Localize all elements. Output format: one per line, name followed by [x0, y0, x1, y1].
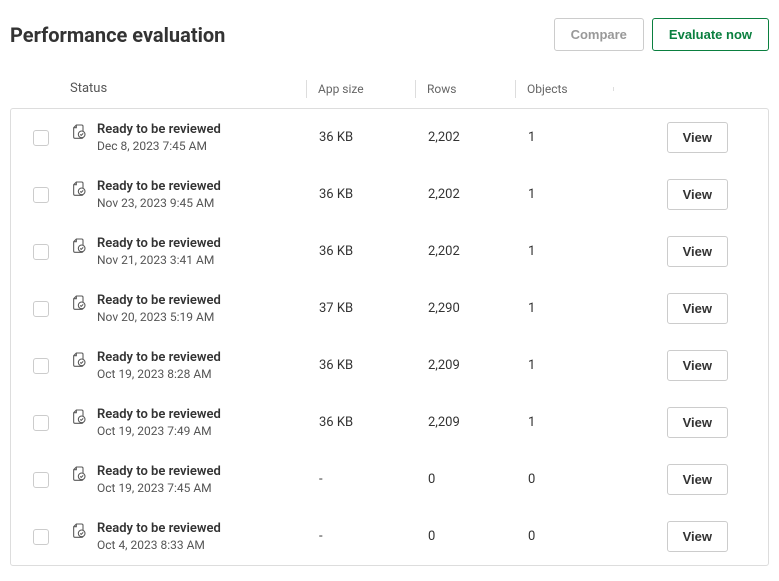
- table-row: Ready to be reviewed Nov 23, 2023 9:45 AM…: [11, 166, 768, 223]
- objects-value: 1: [528, 244, 626, 259]
- row-checkbox[interactable]: [33, 187, 49, 203]
- compare-button[interactable]: Compare: [554, 18, 644, 51]
- rows-value: 2,202: [428, 187, 528, 202]
- app-size-value: 36 KB: [319, 244, 428, 259]
- clipboard-check-icon: [71, 180, 87, 200]
- table-body: Ready to be reviewed Dec 8, 2023 7:45 AM 3…: [10, 108, 769, 566]
- status-timestamp: Oct 19, 2023 7:49 AM: [97, 424, 221, 438]
- view-button[interactable]: View: [667, 521, 728, 552]
- row-checkbox[interactable]: [33, 244, 49, 260]
- objects-value: 1: [528, 358, 626, 373]
- status-label: Ready to be reviewed: [97, 350, 221, 365]
- clipboard-check-icon: [71, 408, 87, 428]
- rows-value: 2,209: [428, 415, 528, 430]
- header-buttons: Compare Evaluate now: [554, 18, 769, 51]
- page-header: Performance evaluation Compare Evaluate …: [0, 0, 779, 61]
- objects-value: 0: [528, 472, 626, 487]
- status-cell: Ready to be reviewed Nov 21, 2023 3:41 AM: [71, 236, 319, 267]
- rows-value: 2,202: [428, 244, 528, 259]
- app-size-value: -: [319, 529, 428, 544]
- view-button[interactable]: View: [667, 407, 728, 438]
- view-button[interactable]: View: [667, 179, 728, 210]
- table-row: Ready to be reviewed Oct 19, 2023 7:49 AM…: [11, 394, 768, 451]
- app-size-value: 37 KB: [319, 301, 428, 316]
- view-button[interactable]: View: [667, 464, 728, 495]
- status-label: Ready to be reviewed: [97, 179, 221, 194]
- view-button[interactable]: View: [667, 350, 728, 381]
- objects-value: 1: [528, 187, 626, 202]
- row-checkbox[interactable]: [33, 472, 49, 488]
- table-row: Ready to be reviewed Oct 4, 2023 8:33 AM -…: [11, 508, 768, 565]
- status-timestamp: Oct 19, 2023 8:28 AM: [97, 367, 221, 381]
- table-row: Ready to be reviewed Oct 19, 2023 7:45 AM…: [11, 451, 768, 508]
- row-checkbox[interactable]: [33, 415, 49, 431]
- clipboard-check-icon: [71, 465, 87, 485]
- status-timestamp: Oct 4, 2023 8:33 AM: [97, 538, 221, 552]
- app-size-value: -: [319, 472, 428, 487]
- status-timestamp: Dec 8, 2023 7:45 AM: [97, 139, 221, 153]
- view-button[interactable]: View: [667, 236, 728, 267]
- view-button[interactable]: View: [667, 293, 728, 324]
- page-title: Performance evaluation: [10, 23, 225, 47]
- objects-value: 0: [528, 529, 626, 544]
- rows-value: 2,209: [428, 358, 528, 373]
- app-size-value: 36 KB: [319, 415, 428, 430]
- status-cell: Ready to be reviewed Oct 4, 2023 8:33 AM: [71, 521, 319, 552]
- app-size-value: 36 KB: [319, 358, 428, 373]
- table-row: Ready to be reviewed Nov 20, 2023 5:19 AM…: [11, 280, 768, 337]
- rows-value: 0: [428, 472, 528, 487]
- status-timestamp: Nov 23, 2023 9:45 AM: [97, 196, 221, 210]
- evaluate-now-button[interactable]: Evaluate now: [652, 18, 769, 51]
- rows-value: 2,290: [428, 301, 528, 316]
- clipboard-check-icon: [71, 351, 87, 371]
- clipboard-check-icon: [71, 294, 87, 314]
- status-label: Ready to be reviewed: [97, 407, 221, 422]
- status-label: Ready to be reviewed: [97, 521, 221, 536]
- row-checkbox[interactable]: [33, 529, 49, 545]
- status-label: Ready to be reviewed: [97, 122, 221, 137]
- column-header-row: Status App size Rows Objects: [10, 61, 769, 108]
- column-header-status: Status: [70, 81, 318, 96]
- column-header-appsize: App size: [318, 82, 427, 96]
- app-size-value: 36 KB: [319, 187, 428, 202]
- row-checkbox[interactable]: [33, 130, 49, 146]
- table-row: Ready to be reviewed Oct 19, 2023 8:28 AM…: [11, 337, 768, 394]
- app-size-value: 36 KB: [319, 130, 428, 145]
- objects-value: 1: [528, 301, 626, 316]
- column-header-rows: Rows: [427, 82, 527, 96]
- rows-value: 2,202: [428, 130, 528, 145]
- status-label: Ready to be reviewed: [97, 236, 221, 251]
- evaluation-table: Status App size Rows Objects Ready to be…: [0, 61, 779, 576]
- status-cell: Ready to be reviewed Oct 19, 2023 7:49 AM: [71, 407, 319, 438]
- rows-value: 0: [428, 529, 528, 544]
- status-label: Ready to be reviewed: [97, 464, 221, 479]
- column-header-objects: Objects: [527, 82, 625, 96]
- view-button[interactable]: View: [667, 122, 728, 153]
- status-cell: Ready to be reviewed Oct 19, 2023 8:28 AM: [71, 350, 319, 381]
- status-cell: Ready to be reviewed Dec 8, 2023 7:45 AM: [71, 122, 319, 153]
- objects-value: 1: [528, 130, 626, 145]
- objects-value: 1: [528, 415, 626, 430]
- status-timestamp: Nov 21, 2023 3:41 AM: [97, 253, 221, 267]
- clipboard-check-icon: [71, 522, 87, 542]
- status-cell: Ready to be reviewed Nov 20, 2023 5:19 AM: [71, 293, 319, 324]
- status-timestamp: Nov 20, 2023 5:19 AM: [97, 310, 221, 324]
- row-checkbox[interactable]: [33, 301, 49, 317]
- row-checkbox[interactable]: [33, 358, 49, 374]
- table-row: Ready to be reviewed Dec 8, 2023 7:45 AM 3…: [11, 109, 768, 166]
- table-row: Ready to be reviewed Nov 21, 2023 3:41 AM…: [11, 223, 768, 280]
- status-cell: Ready to be reviewed Nov 23, 2023 9:45 AM: [71, 179, 319, 210]
- clipboard-check-icon: [71, 123, 87, 143]
- clipboard-check-icon: [71, 237, 87, 257]
- status-timestamp: Oct 19, 2023 7:45 AM: [97, 481, 221, 495]
- status-label: Ready to be reviewed: [97, 293, 221, 308]
- status-cell: Ready to be reviewed Oct 19, 2023 7:45 AM: [71, 464, 319, 495]
